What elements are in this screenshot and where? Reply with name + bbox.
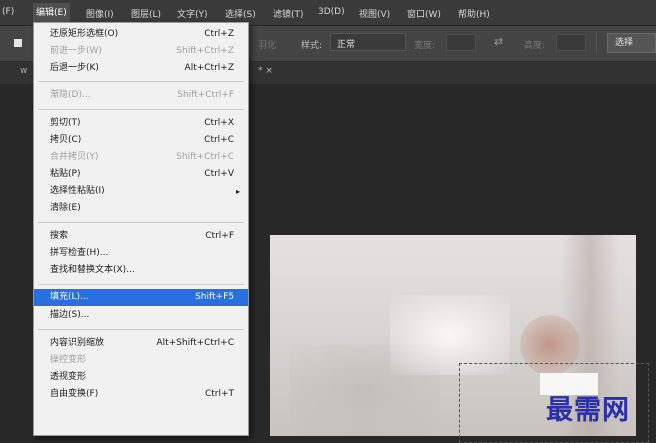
- menu-select[interactable]: 选择(S): [225, 7, 256, 20]
- document-tab[interactable]: w: [20, 66, 27, 76]
- menu-item-cut[interactable]: 剪切(T) Ctrl+X: [34, 115, 248, 132]
- menu-item-clear[interactable]: 清除(E): [34, 200, 248, 217]
- select-and-mask-button[interactable]: 选择: [607, 33, 656, 53]
- menu-item-stroke[interactable]: 描边(S)...: [34, 307, 248, 324]
- menu-item-fill[interactable]: 填充(L)... Shift+F5: [34, 289, 248, 306]
- menu-item-paste[interactable]: 粘贴(P) Ctrl+V: [34, 166, 248, 183]
- menu-item-fade[interactable]: 渐隐(D)... Shift+Ctrl+F: [34, 87, 248, 104]
- menu-divider: [38, 222, 244, 223]
- menu-3d[interactable]: 3D(D): [318, 7, 345, 17]
- menu-item-step-backward[interactable]: 后退一步(K) Alt+Ctrl+Z: [34, 60, 248, 77]
- menu-filter[interactable]: 滤镜(T): [273, 7, 304, 20]
- menu-type[interactable]: 文字(Y): [177, 7, 208, 20]
- menu-item-step-forward[interactable]: 前进一步(W) Shift+Ctrl+Z: [34, 43, 248, 60]
- menu-edit[interactable]: 编辑(E): [33, 3, 70, 23]
- height-input[interactable]: [556, 34, 586, 51]
- menu-help[interactable]: 帮助(H): [458, 7, 490, 20]
- edit-menu-dropdown: 还原矩形选框(O) Ctrl+Z 前进一步(W) Shift+Ctrl+Z 后退…: [33, 22, 249, 436]
- menu-divider: [38, 284, 244, 285]
- menu-item-paste-special[interactable]: 选择性粘贴(I) ▸: [34, 183, 248, 200]
- menu-item-find-replace[interactable]: 查找和替换文本(X)...: [34, 262, 248, 279]
- menu-item-spell-check[interactable]: 拼写检查(H)...: [34, 245, 248, 262]
- menu-item-search[interactable]: 搜索 Ctrl+F: [34, 228, 248, 245]
- menu-window[interactable]: 窗口(W): [407, 7, 441, 20]
- menu-image[interactable]: 图像(I): [86, 7, 114, 20]
- menu-view[interactable]: 视图(V): [359, 7, 390, 20]
- menu-divider: [38, 81, 244, 82]
- width-label: 宽度:: [414, 41, 436, 51]
- divider: [596, 32, 597, 54]
- marquee-tool-icon[interactable]: [14, 39, 22, 47]
- chevron-down-icon: ⌄: [337, 36, 344, 45]
- style-label: 样式:: [301, 41, 323, 51]
- menu-item-perspective-warp[interactable]: 透视变形: [34, 369, 248, 386]
- feather-label: 羽化: [258, 41, 277, 51]
- menu-file[interactable]: (F): [2, 7, 14, 17]
- menu-divider: [38, 109, 244, 110]
- close-tab-icon[interactable]: * ×: [258, 66, 273, 76]
- submenu-arrow-icon: ▸: [235, 187, 240, 196]
- menu-item-undo[interactable]: 还原矩形选框(O) Ctrl+Z: [34, 26, 248, 43]
- menu-item-content-aware-scale[interactable]: 内容识别缩放 Alt+Shift+Ctrl+C: [34, 335, 248, 352]
- menu-layer[interactable]: 图层(L): [131, 7, 161, 20]
- menu-item-copy-merged[interactable]: 合并拷贝(Y) Shift+Ctrl+C: [34, 149, 248, 166]
- menu-item-puppet-warp[interactable]: 操控变形: [34, 352, 248, 369]
- menu-item-copy[interactable]: 拷贝(C) Ctrl+C: [34, 132, 248, 149]
- watermark-logo: 最需网: [546, 395, 630, 426]
- width-input[interactable]: [446, 34, 476, 51]
- menu-item-free-transform[interactable]: 自由变换(F) Ctrl+T: [34, 386, 248, 403]
- style-select[interactable]: 正常 ⌄: [330, 33, 406, 51]
- swap-icon[interactable]: ⇄: [494, 35, 503, 48]
- height-label: 高度:: [524, 41, 546, 51]
- menu-divider: [38, 329, 244, 330]
